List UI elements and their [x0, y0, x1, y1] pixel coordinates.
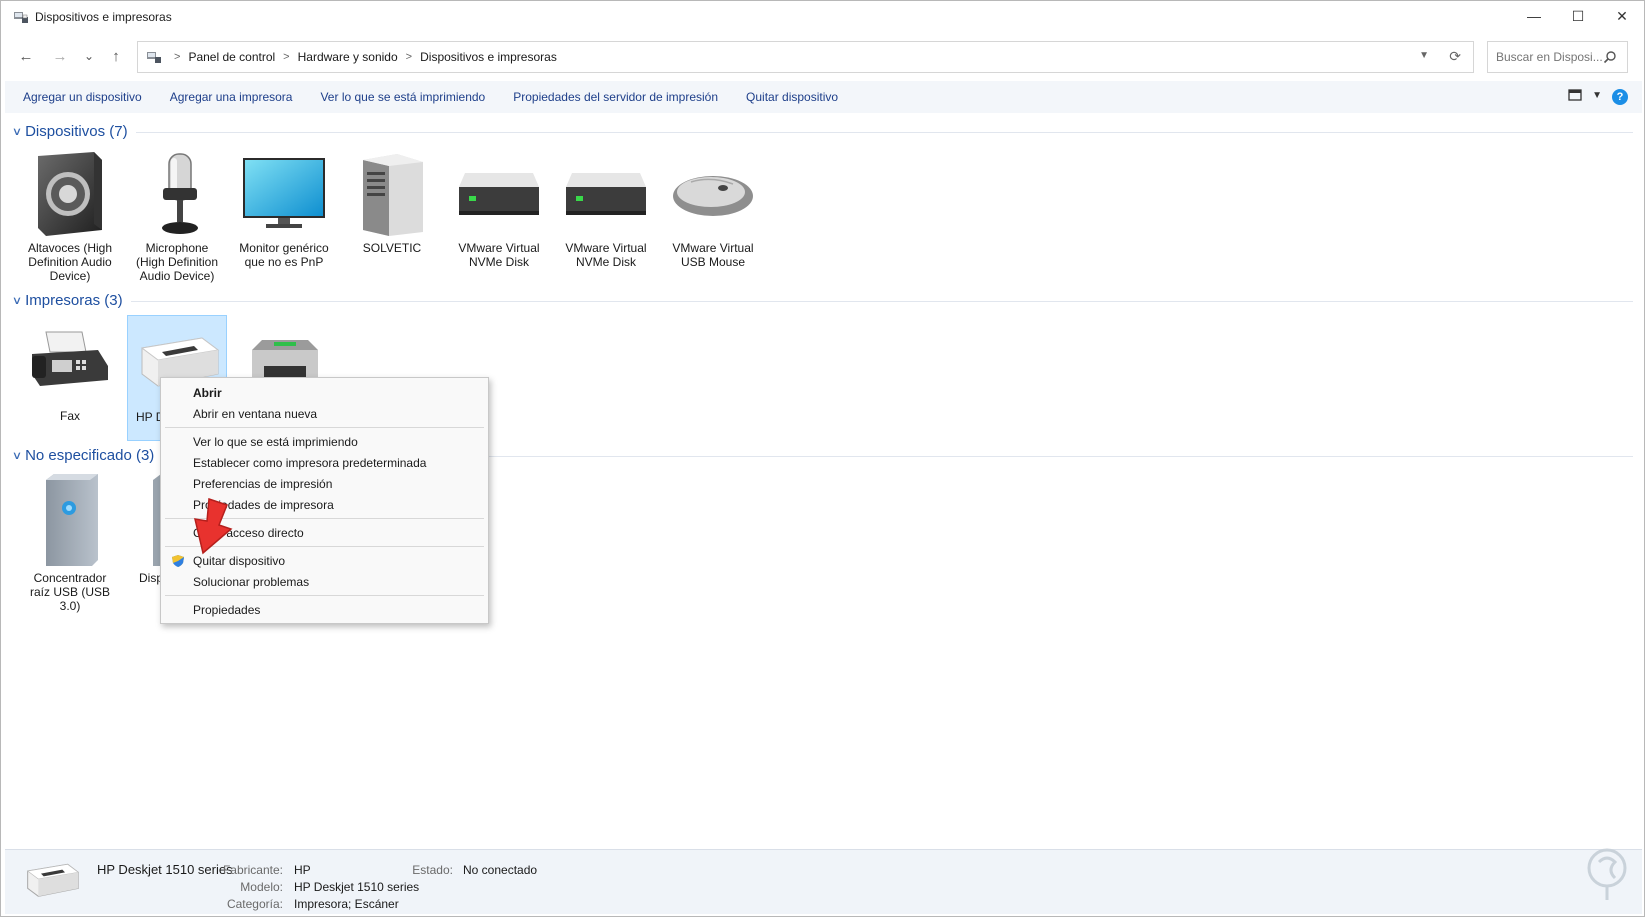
menu-item-set-default[interactable]: Establecer como impresora predeterminada [193, 456, 426, 470]
address-dropdown-icon[interactable]: ▼ [1419, 50, 1429, 61]
mouse-icon [673, 176, 753, 216]
details-status-value: No conectado [463, 863, 538, 877]
device-tile-nvme-disk-2[interactable]: VMware Virtual NVMe Disk [556, 151, 656, 269]
menu-item-see-printing[interactable]: Ver lo que se está imprimiendo [193, 435, 358, 449]
title-bar: Dispositivos e impresoras — ☐ ✕ [1, 1, 1644, 33]
window-controls: — ☐ ✕ [1512, 1, 1644, 31]
breadcrumb-separator: > [283, 51, 290, 63]
device-tile-speakers[interactable]: Altavoces (High Definition Audio Device) [20, 151, 120, 283]
search-icon[interactable] [1603, 50, 1617, 64]
printer-tile-fax[interactable]: Fax [20, 319, 120, 423]
chevron-down-icon[interactable]: ∨ [12, 125, 22, 138]
menu-item-print-preferences[interactable]: Preferencias de impresión [193, 477, 332, 491]
device-tile-nvme-disk-1[interactable]: VMware Virtual NVMe Disk [449, 151, 549, 269]
add-device-button[interactable]: Agregar un dispositivo [5, 90, 156, 104]
maximize-button[interactable]: ☐ [1556, 1, 1600, 31]
view-icon [1568, 89, 1582, 101]
menu-item-properties[interactable]: Propiedades [193, 603, 260, 617]
group-header-devices[interactable]: ∨ Dispositivos (7) [12, 121, 1633, 141]
device-label: Altavoces (High Definition Audio Device) [27, 241, 113, 283]
group-divider [135, 131, 1633, 133]
details-category-label: Categoría: [226, 897, 283, 911]
forward-button[interactable]: → [49, 45, 71, 67]
chevron-down-icon: ▼ [1592, 89, 1602, 101]
red-arrow-icon [194, 497, 233, 555]
device-label: Microphone (High Definition Audio Device… [135, 241, 219, 283]
group-title: No especificado (3) [25, 446, 155, 464]
devices-printers-icon [14, 12, 28, 23]
disk-drive-icon [459, 173, 539, 215]
command-bar: Agregar un dispositivo Agregar una impre… [5, 81, 1642, 113]
devices-printers-window: Dispositivos e impresoras — ☐ ✕ ← → ⌄ ↑ … [0, 0, 1645, 917]
usb-hub-icon [46, 474, 98, 566]
device-label: Concentrador raíz USB (USB 3.0) [29, 571, 110, 613]
chevron-down-icon[interactable]: ∨ [12, 294, 22, 307]
window-title: Dispositivos e impresoras [35, 10, 172, 24]
breadcrumb-separator: > [405, 51, 413, 63]
chevron-down-icon[interactable]: ∨ [12, 449, 22, 462]
details-manufacturer-label: Fabricante: [222, 863, 283, 877]
add-printer-button[interactable]: Agregar una impresora [156, 90, 307, 104]
group-title: Impresoras (3) [25, 291, 123, 309]
breadcrumb-control-panel[interactable]: Panel de control [188, 50, 275, 64]
menu-item-remove-device[interactable]: Quitar dispositivo [193, 554, 285, 568]
device-tile-computer[interactable]: SOLVETIC [342, 151, 442, 255]
navigation-bar: ← → ⌄ ↑ > Panel de control > Hardware y … [1, 39, 1644, 73]
group-divider [130, 300, 1633, 302]
breadcrumb-separator: > [174, 51, 181, 63]
uac-shield-icon [172, 555, 184, 567]
device-tile-usb-root-hub[interactable]: Concentrador raíz USB (USB 3.0) [20, 471, 120, 613]
inkjet-printer-icon [26, 863, 80, 897]
minimize-button[interactable]: — [1512, 1, 1556, 31]
remove-device-button[interactable]: Quitar dispositivo [732, 90, 852, 104]
device-label: SOLVETIC [362, 241, 422, 255]
device-tile-monitor[interactable]: Monitor genérico que no es PnP [234, 151, 334, 269]
group-header-printers[interactable]: ∨ Impresoras (3) [12, 290, 1633, 310]
refresh-icon[interactable]: ⟳ [1449, 48, 1461, 65]
device-label: VMware Virtual NVMe Disk [565, 241, 647, 269]
solvetic-logo-icon [1587, 848, 1627, 900]
help-button[interactable]: ? [1612, 89, 1628, 105]
details-manufacturer-value: HP [294, 863, 311, 877]
microphone-icon [162, 153, 198, 234]
control-panel-icon [147, 52, 161, 63]
search-input[interactable] [1496, 50, 1604, 64]
menu-item-troubleshoot[interactable]: Solucionar problemas [193, 575, 309, 589]
details-model-label: Modelo: [240, 880, 283, 894]
details-pane: HP Deskjet 1510 series Fabricante: HP Mo… [5, 849, 1642, 914]
computer-tower-icon [363, 154, 423, 236]
menu-item-open-new-window[interactable]: Abrir en ventana nueva [193, 407, 317, 421]
recent-locations-button[interactable]: ⌄ [78, 45, 100, 67]
menu-separator [165, 595, 484, 596]
speaker-icon [38, 152, 102, 236]
breadcrumb-hardware-sound[interactable]: Hardware y sonido [298, 50, 398, 64]
device-label: VMware Virtual NVMe Disk [458, 241, 540, 269]
group-title: Dispositivos (7) [25, 122, 128, 140]
back-button[interactable]: ← [15, 45, 37, 67]
menu-item-open[interactable]: Abrir [193, 386, 222, 400]
device-label: Monitor genérico que no es PnP [239, 241, 329, 269]
print-server-properties-button[interactable]: Propiedades del servidor de impresión [499, 90, 732, 104]
disk-drive-icon [566, 173, 646, 215]
details-category-value: Impresora; Escáner [294, 897, 399, 911]
fax-icon [32, 331, 108, 386]
device-label: VMware Virtual USB Mouse [672, 241, 754, 269]
search-box[interactable] [1487, 41, 1628, 73]
breadcrumb-devices-printers[interactable]: Dispositivos e impresoras [420, 50, 557, 64]
see-printing-button[interactable]: Ver lo que se está imprimiendo [306, 90, 499, 104]
close-button[interactable]: ✕ [1600, 1, 1644, 31]
address-bar[interactable]: > Panel de control > Hardware y sonido >… [137, 41, 1474, 73]
change-view-button[interactable]: ▼ [1568, 89, 1602, 101]
details-model-value: HP Deskjet 1510 series [294, 880, 420, 894]
device-tile-microphone[interactable]: Microphone (High Definition Audio Device… [127, 151, 227, 283]
up-button[interactable]: ↑ [105, 45, 127, 67]
details-status-label: Estado: [412, 863, 453, 877]
monitor-icon [243, 158, 325, 228]
menu-separator [165, 427, 484, 428]
device-tile-usb-mouse[interactable]: VMware Virtual USB Mouse [663, 151, 763, 269]
printer-label: Fax [59, 409, 80, 423]
